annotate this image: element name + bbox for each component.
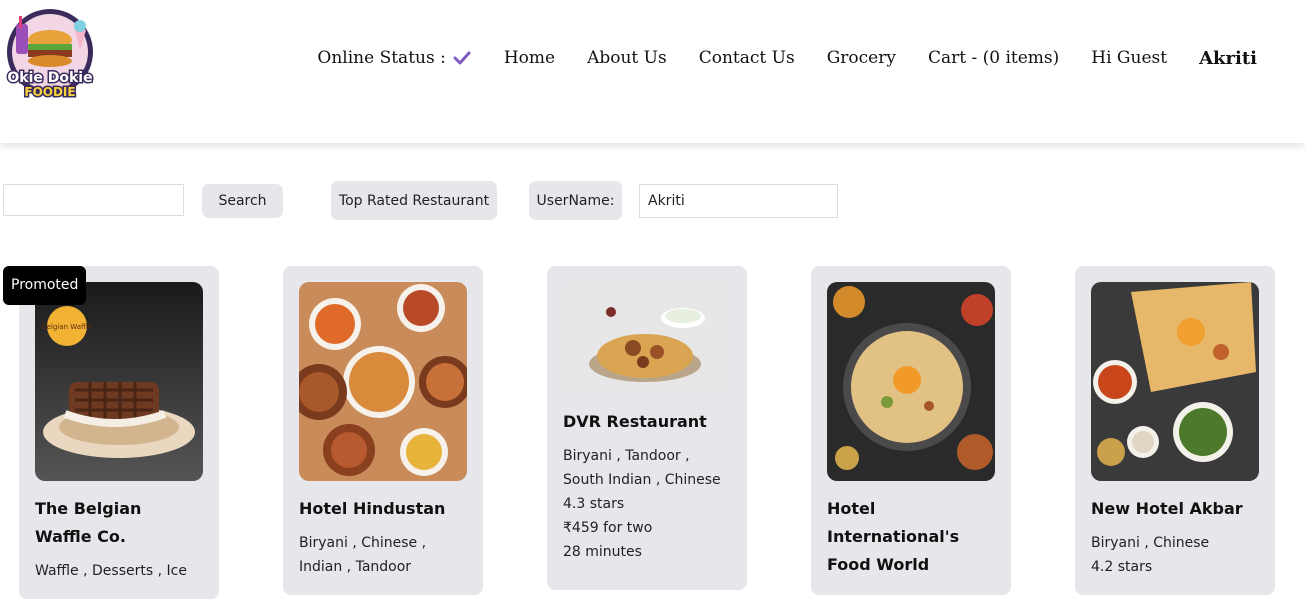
top-rated-restaurant-button[interactable]: Top Rated Restaurant [331,181,497,220]
promoted-label: Promoted [3,266,87,305]
username-label: UserName: [529,181,622,220]
nav-cart[interactable]: Cart - (0 items) [928,48,1059,68]
biryani-plate-photo [563,282,731,394]
restaurant-name: Hotel Hindustan [299,499,446,518]
restaurant-list: Promoted Belgian Waffle The Belgian Waff… [0,266,1305,599]
restaurant-rating: 4.3 stars [563,496,625,512]
search-input[interactable] [3,184,184,216]
restaurant-name: The Belgian Waffle Co. [35,499,142,546]
nav-about-us[interactable]: About Us [587,48,667,68]
check-icon [452,48,472,68]
main-nav: Online Status : Home About Us Contact Us… [317,45,1257,71]
username-input[interactable] [639,184,838,218]
okie-dokie-foodie-logo[interactable]: Okie Dokie FOODIE [4,6,96,102]
site-header: Okie Dokie FOODIE Online Status : Home A… [0,0,1305,143]
restaurant-cuisines: Biryani , Tandoor , South Indian , Chine… [563,448,721,488]
biryani-platter-photo [827,282,995,481]
waffle-photo: Belgian Waffle [35,282,203,481]
restaurant-cost: ₹459 for two [563,520,653,536]
naan-curry-photo [1091,282,1259,481]
online-status-label: Online Status : [317,48,446,68]
logged-in-user: Akriti [1199,47,1257,69]
biryani-spread-photo [299,282,467,481]
greeting-text: Hi Guest [1091,48,1168,68]
restaurant-cuisines: Waffle , Desserts , Ice [35,563,187,579]
restaurant-card[interactable]: Hotel International's Food World [811,266,1011,595]
nav-contact-us[interactable]: Contact Us [699,48,795,68]
restaurant-rating: 4.2 stars [1091,559,1153,575]
nav-grocery[interactable]: Grocery [827,48,896,68]
restaurant-card[interactable]: Belgian Waffle The Belgian Waffle Co. Wa… [19,266,219,599]
restaurant-cuisines: Biryani , Chinese [1091,535,1210,551]
restaurant-card[interactable]: Hotel Hindustan Biryani , Chinese , Indi… [283,266,483,595]
restaurant-name: Hotel International's Food World [827,499,960,574]
logo-line2: FOODIE [24,85,75,99]
belgian-waffle-badge: Belgian Waffle [42,323,92,331]
restaurant-card[interactable]: New Hotel Akbar Biryani , Chinese 4.2 st… [1075,266,1275,595]
online-status: Online Status : [317,48,471,68]
logo-line1: Okie Dokie [7,70,92,86]
restaurant-cuisines: Biryani , Chinese , Indian , Tandoor [299,535,427,575]
restaurant-delivery-time: 28 minutes [563,544,642,560]
nav-home[interactable]: Home [504,48,555,68]
restaurant-name: New Hotel Akbar [1091,499,1243,518]
restaurant-card[interactable]: DVR Restaurant Biryani , Tandoor , South… [547,266,747,590]
restaurant-name: DVR Restaurant [563,412,707,431]
search-button[interactable]: Search [202,184,283,218]
